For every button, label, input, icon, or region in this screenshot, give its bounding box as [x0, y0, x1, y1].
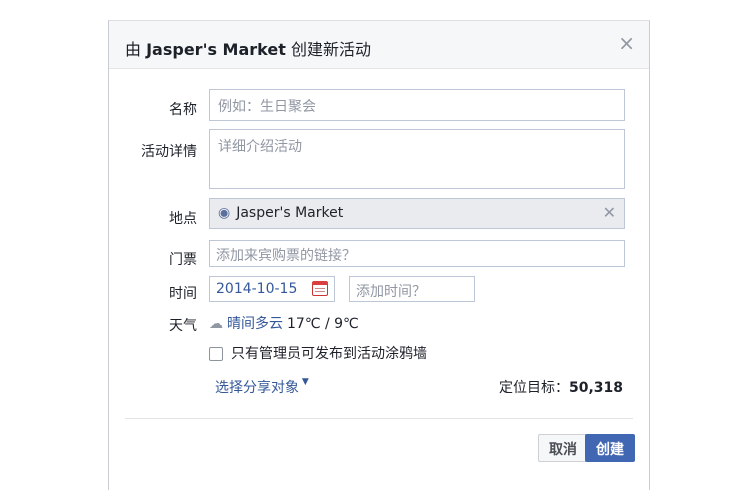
time-input[interactable]: 添加时间？ — [349, 276, 475, 302]
admin-only-option[interactable]: 只有管理员可发布到活动涂鸦墙 — [209, 343, 427, 363]
event-name-input[interactable]: 例如：生日聚会 — [209, 89, 625, 121]
event-details-input[interactable]: 详细介绍活动 — [209, 129, 625, 189]
weather-info: ☁ 晴间多云 17℃ / 9℃ — [209, 313, 359, 333]
close-icon[interactable]: × — [618, 33, 635, 53]
create-button[interactable]: 创建 — [585, 434, 635, 462]
target-label: 定位目标： — [498, 380, 569, 396]
weather-condition: 晴间多云 — [227, 316, 283, 332]
dialog-header: 由 Jasper's Market 创建新活动 × — [109, 21, 649, 69]
title-prefix: 由 — [125, 40, 147, 59]
footer-divider — [125, 418, 633, 419]
admin-only-checkbox[interactable] — [209, 347, 223, 361]
calendar-icon[interactable] — [312, 281, 328, 296]
title-suffix: 创建新活动 — [285, 40, 371, 59]
tickets-link-input[interactable]: 添加来宾购票的链接？ — [209, 240, 625, 267]
cancel-button[interactable]: 取消 — [538, 434, 588, 462]
clear-location-icon[interactable]: ✕ — [603, 203, 616, 222]
time-label: 时间 — [169, 286, 197, 302]
location-label: 地点 — [169, 211, 197, 227]
share-label: 选择分享对象 — [215, 380, 299, 396]
target-count: 50,318 — [568, 380, 623, 396]
weather-temps: 17℃ / 9℃ — [287, 316, 359, 332]
cloud-sun-icon: ☁ — [209, 316, 223, 332]
share-audience-selector[interactable]: 选择分享对象 ▼ — [215, 377, 309, 397]
name-label: 名称 — [169, 102, 197, 118]
title-page-name: Jasper's Market — [146, 40, 286, 59]
weather-label: 天气 — [169, 318, 197, 334]
caret-down-icon: ▼ — [299, 377, 309, 387]
details-label: 活动详情 — [141, 144, 197, 160]
map-pin-icon: ◉ — [218, 205, 231, 221]
targeting-info: 定位目标：50,318 — [499, 377, 623, 397]
create-event-dialog: 由 Jasper's Market 创建新活动 × 名称 例如：生日聚会 活动详… — [108, 20, 650, 490]
dialog-title: 由 Jasper's Market 创建新活动 — [125, 36, 371, 60]
location-field[interactable]: ◉ Jasper's Market ✕ — [209, 198, 625, 229]
admin-only-label: 只有管理员可发布到活动涂鸦墙 — [231, 346, 427, 362]
date-value: 2014-10-15 — [216, 281, 298, 297]
tickets-label: 门票 — [169, 252, 197, 268]
location-value: Jasper's Market — [236, 205, 344, 221]
date-input[interactable]: 2014-10-15 — [209, 276, 335, 302]
